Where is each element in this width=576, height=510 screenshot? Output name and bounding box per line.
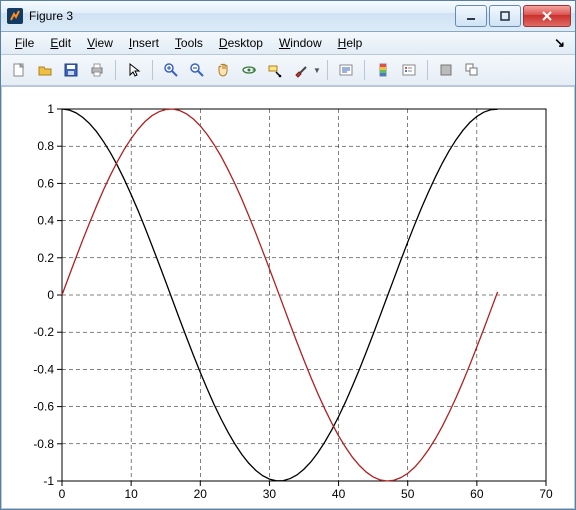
- print-button[interactable]: [85, 58, 109, 82]
- window-control-buttons: [453, 5, 571, 27]
- menu-desktop[interactable]: Desktop: [211, 34, 271, 52]
- hide-plot-tools-button[interactable]: [434, 58, 458, 82]
- open-button[interactable]: [33, 58, 57, 82]
- minimize-button[interactable]: [455, 5, 487, 27]
- brush-dropdown-icon[interactable]: ▼: [313, 66, 321, 75]
- y-tick-label: -0.4: [33, 362, 54, 376]
- zoom-in-button[interactable]: [159, 58, 183, 82]
- y-tick-label: 0.4: [37, 214, 54, 228]
- toolbar-separator: [152, 60, 153, 80]
- y-tick-label: -0.6: [33, 400, 54, 414]
- y-tick-label: 0: [47, 288, 54, 302]
- y-tick-label: -1: [43, 474, 54, 488]
- x-tick-label: 50: [401, 487, 415, 501]
- close-button[interactable]: [523, 5, 571, 27]
- toolbar-separator: [327, 60, 328, 80]
- menu-additional-icon[interactable]: ↘: [550, 35, 569, 51]
- toolbar-separator: [115, 60, 116, 80]
- matlab-icon: [7, 8, 23, 24]
- pan-button[interactable]: [211, 58, 235, 82]
- pointer-button[interactable]: [122, 58, 146, 82]
- menu-window[interactable]: Window: [271, 34, 330, 52]
- x-tick-label: 10: [124, 487, 138, 501]
- figure-window: Figure 3 File Edit View Insert Tools Des…: [0, 0, 576, 510]
- menu-tools[interactable]: Tools: [167, 34, 211, 52]
- axes[interactable]: 0 10 20 30 40 50 60 70 -1 -0.8 -0.6 -0.4 -0.2 0 0.2 0.4…: [2, 87, 575, 509]
- legend-button[interactable]: [397, 58, 421, 82]
- y-tick-label: -0.8: [33, 437, 54, 451]
- zoom-out-button[interactable]: [185, 58, 209, 82]
- menu-edit[interactable]: Edit: [42, 34, 79, 52]
- figure-canvas[interactable]: 0 10 20 30 40 50 60 70 -1 -0.8 -0.6 -0.4 -0.2 0 0.2 0.4…: [1, 86, 575, 509]
- maximize-button[interactable]: [489, 5, 521, 27]
- y-tick-label: 0.2: [37, 251, 54, 265]
- y-tick-label: 1: [47, 102, 54, 116]
- y-tick-label: -0.2: [33, 325, 54, 339]
- menu-help[interactable]: Help: [330, 34, 371, 52]
- save-button[interactable]: [59, 58, 83, 82]
- menu-insert[interactable]: Insert: [121, 34, 167, 52]
- x-tick-label: 60: [470, 487, 484, 501]
- x-tick-label: 30: [263, 487, 277, 501]
- x-tick-label: 40: [332, 487, 346, 501]
- y-tick-label: 0.8: [37, 139, 54, 153]
- y-tick-label: 0.6: [37, 176, 54, 190]
- data-cursor-button[interactable]: [263, 58, 287, 82]
- window-title: Figure 3: [29, 9, 453, 23]
- colorbar-button[interactable]: [371, 58, 395, 82]
- x-tick-label: 20: [194, 487, 208, 501]
- brush-button[interactable]: [289, 58, 313, 82]
- x-tick-label: 0: [59, 487, 66, 501]
- link-button[interactable]: [334, 58, 358, 82]
- toolbar-separator: [427, 60, 428, 80]
- new-figure-button[interactable]: [7, 58, 31, 82]
- toolbar-separator: [364, 60, 365, 80]
- rotate-3d-button[interactable]: [237, 58, 261, 82]
- menu-view[interactable]: View: [79, 34, 121, 52]
- show-plot-tools-button[interactable]: [460, 58, 484, 82]
- x-tick-label: 70: [539, 487, 553, 501]
- menu-file[interactable]: File: [7, 34, 42, 52]
- menubar: File Edit View Insert Tools Desktop Wind…: [1, 32, 575, 55]
- titlebar[interactable]: Figure 3: [1, 1, 575, 32]
- toolbar: ▼: [1, 55, 575, 86]
